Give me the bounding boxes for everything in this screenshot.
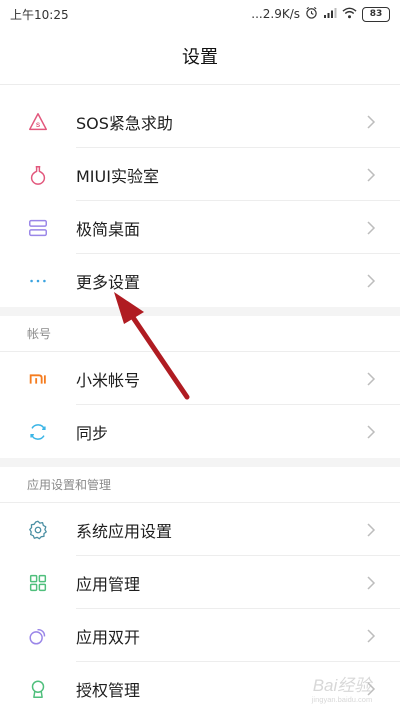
alarm-icon xyxy=(305,6,318,22)
settings-item-miui-lab[interactable]: MIUI实验室 xyxy=(0,148,400,201)
baidu-jingyan-watermark: Bai经验 jingyan.baidu.com xyxy=(311,676,374,704)
settings-item-dual-apps[interactable]: 应用双开 xyxy=(0,609,400,662)
signal-icon xyxy=(323,7,337,22)
settings-item-label: 应用双开 xyxy=(76,627,141,647)
chevron-right-icon xyxy=(366,522,376,538)
more-dots-icon xyxy=(26,269,50,293)
settings-item-label: MIUI实验室 xyxy=(76,166,159,186)
settings-item-label: 极简桌面 xyxy=(76,219,141,239)
chevron-right-icon xyxy=(366,424,376,440)
app-grid-icon xyxy=(26,571,50,595)
settings-item-label: 应用管理 xyxy=(76,574,141,594)
section-gap xyxy=(0,458,400,467)
wifi-icon xyxy=(342,7,357,22)
section-gap xyxy=(0,307,400,316)
svg-text:S: S xyxy=(36,122,41,129)
settings-item-label: 同步 xyxy=(76,423,109,443)
settings-item-sync[interactable]: 同步 xyxy=(0,405,400,458)
chevron-right-icon xyxy=(366,273,376,289)
settings-item-app-management[interactable]: 应用管理 xyxy=(0,556,400,609)
page-title: 设置 xyxy=(182,47,218,68)
desktop-layers-icon xyxy=(26,216,50,240)
sync-icon xyxy=(26,420,50,444)
settings-item-mi-account[interactable]: 小米帐号 xyxy=(0,352,400,405)
status-bar: 上午10:25 ...2.9K/s 83 xyxy=(0,0,400,28)
settings-item-sos[interactable]: S SOS紧急求助 xyxy=(0,95,400,148)
sos-icon: S xyxy=(26,110,50,134)
list-top-divider xyxy=(0,84,400,95)
section-header-account: 帐号 xyxy=(0,316,400,352)
chevron-right-icon xyxy=(366,167,376,183)
settings-list: S SOS紧急求助 MIUI实验室 极简桌面 更多设置 帐号 小米帐号 同步 应… xyxy=(0,84,400,715)
settings-item-label: 更多设置 xyxy=(76,272,141,292)
chevron-right-icon xyxy=(366,114,376,130)
watermark-subtext: jingyan.baidu.com xyxy=(311,695,372,704)
settings-item-more-settings[interactable]: 更多设置 xyxy=(0,254,400,307)
settings-item-system-apps[interactable]: 系统应用设置 xyxy=(0,503,400,556)
settings-item-label: 授权管理 xyxy=(76,680,141,700)
settings-item-simple-desktop[interactable]: 极简桌面 xyxy=(0,201,400,254)
chevron-right-icon xyxy=(366,575,376,591)
battery-indicator: 83 xyxy=(362,6,390,22)
shield-ribbon-icon xyxy=(26,677,50,701)
title-bar: 设置 xyxy=(0,28,400,84)
flask-icon xyxy=(26,163,50,187)
watermark-text: Bai经验 xyxy=(313,676,374,695)
network-speed: ...2.9K/s xyxy=(251,7,300,21)
chevron-right-icon xyxy=(366,220,376,236)
chevron-right-icon xyxy=(366,371,376,387)
status-time: 上午10:25 xyxy=(10,7,69,22)
settings-item-label: 小米帐号 xyxy=(76,370,141,390)
chevron-right-icon xyxy=(366,628,376,644)
section-header-app-management: 应用设置和管理 xyxy=(0,467,400,503)
dual-app-icon xyxy=(26,624,50,648)
mi-logo-icon xyxy=(26,367,50,391)
gear-icon xyxy=(26,518,50,542)
settings-item-label: SOS紧急求助 xyxy=(76,113,173,133)
settings-item-label: 系统应用设置 xyxy=(76,521,173,541)
